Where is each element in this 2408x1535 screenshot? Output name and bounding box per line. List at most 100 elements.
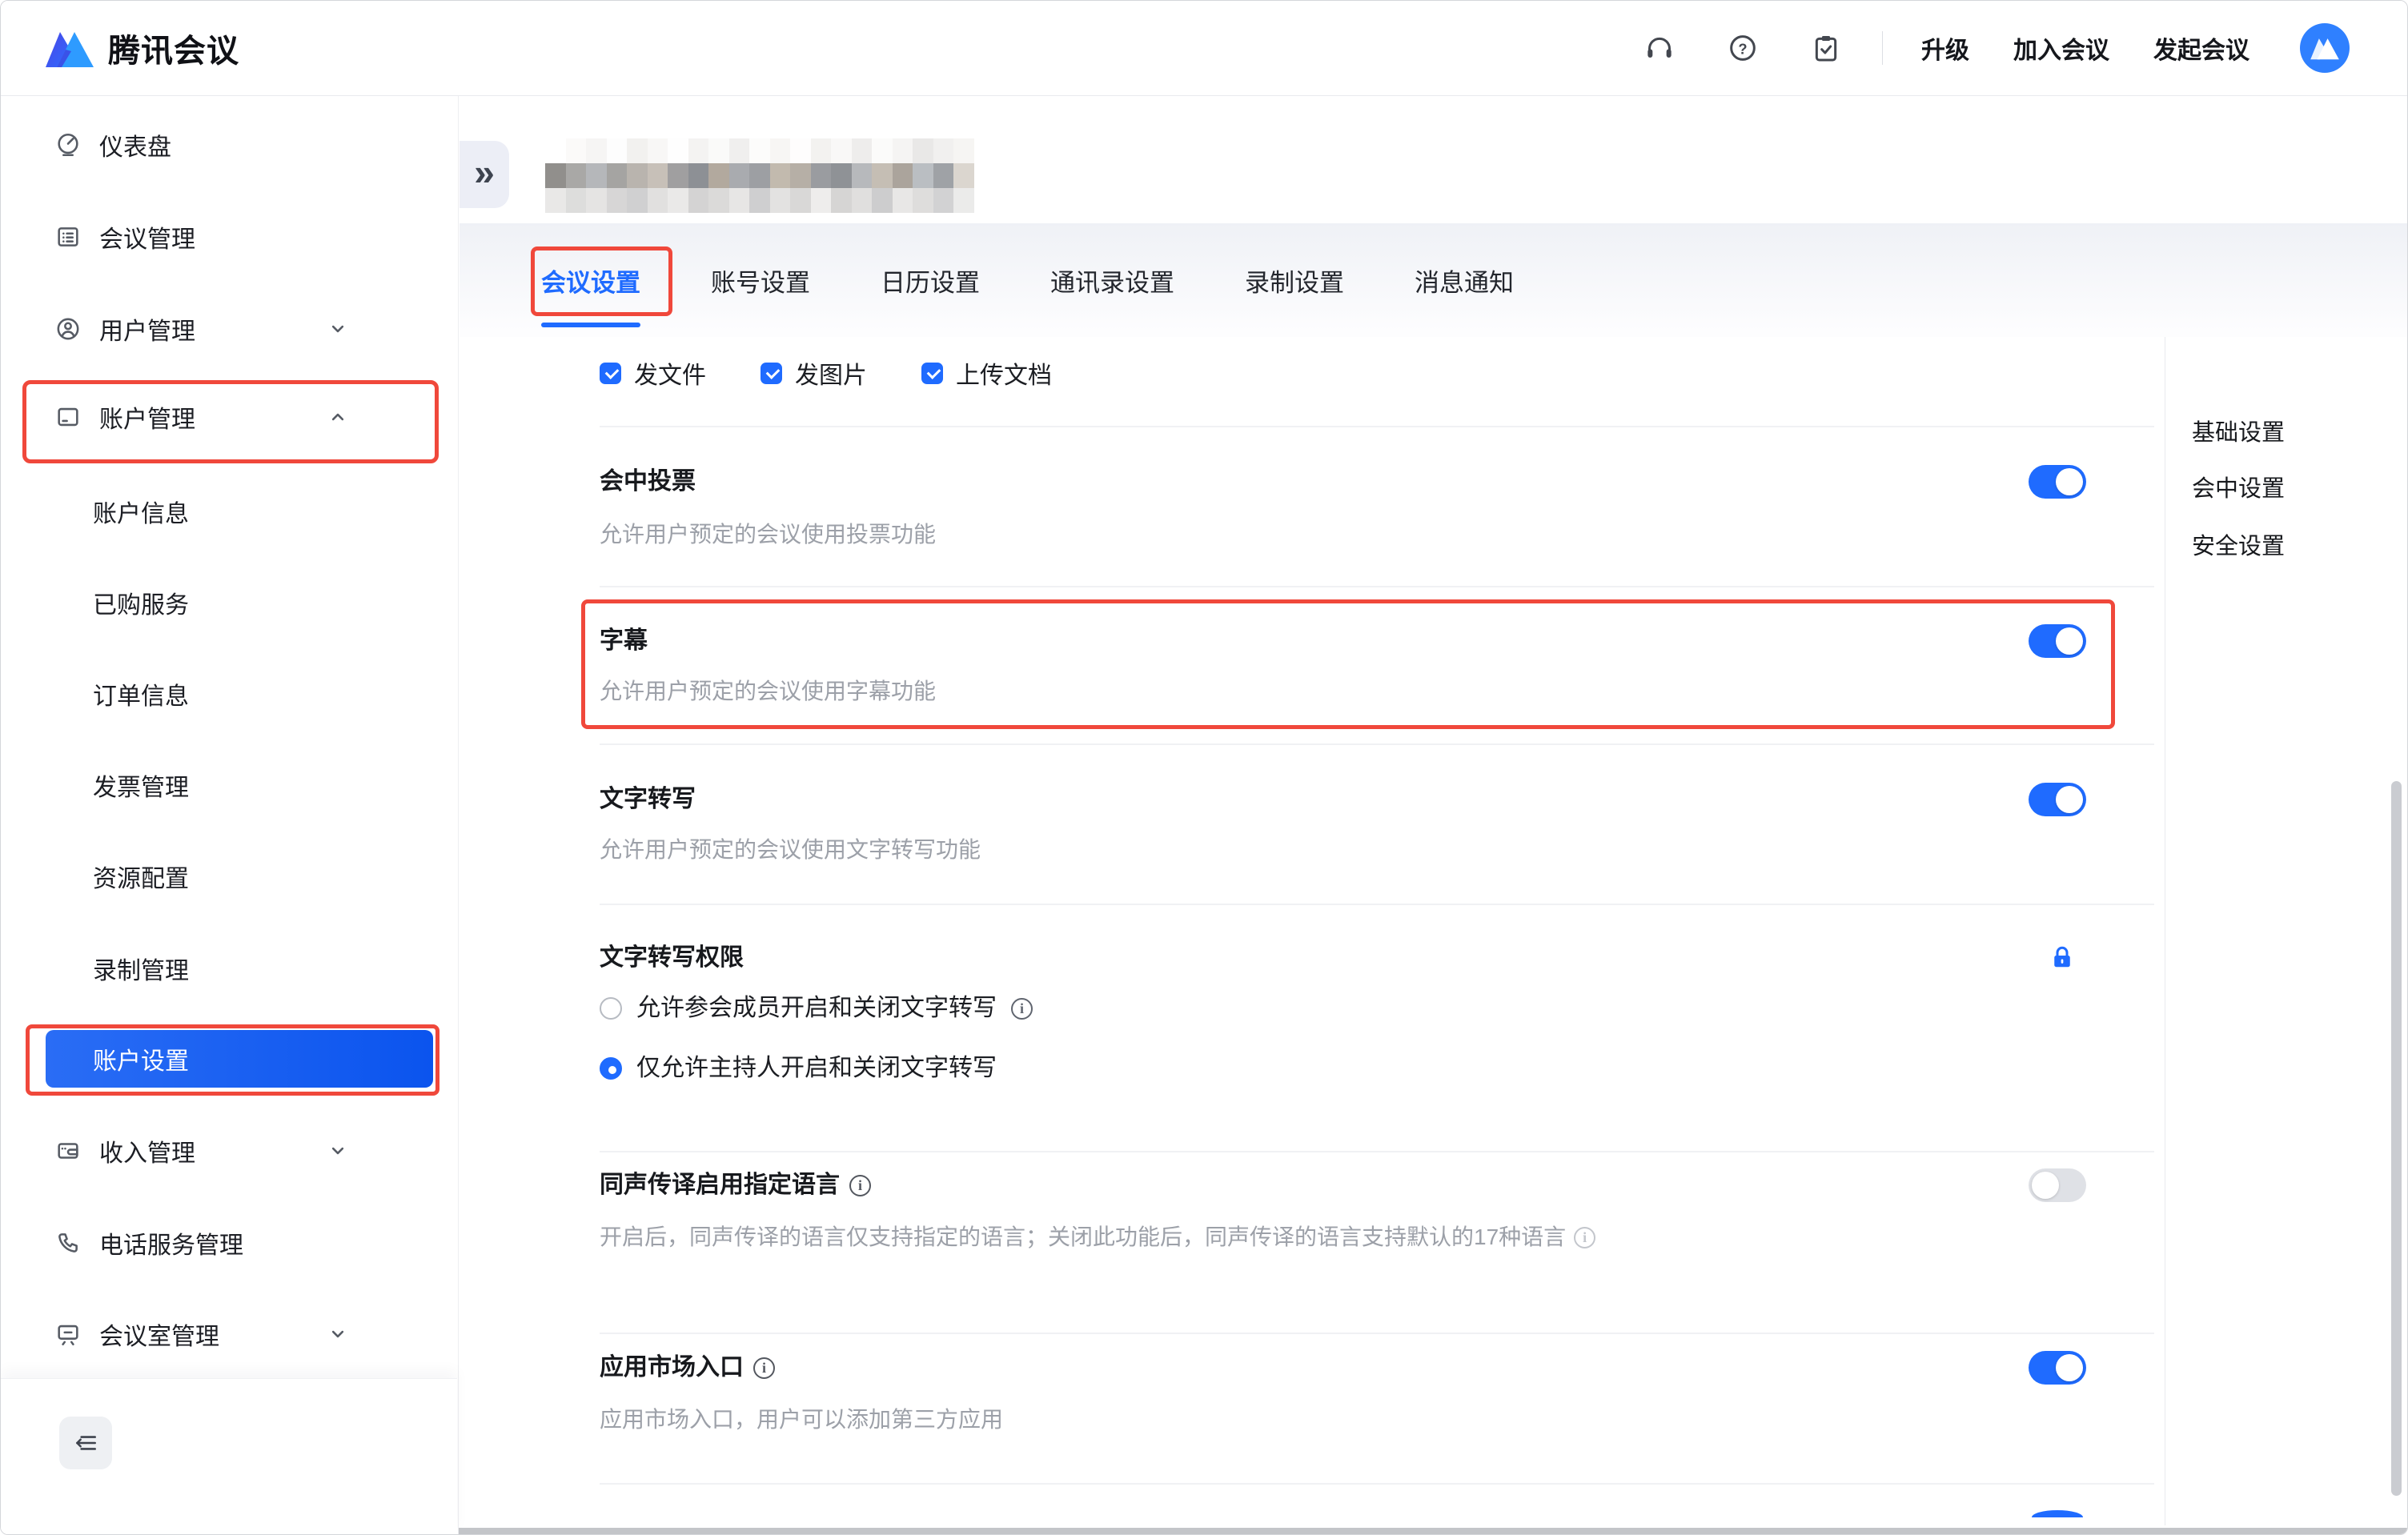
info-icon[interactable] bbox=[753, 1357, 775, 1379]
topbar: 腾讯会议 ? bbox=[1, 1, 2407, 96]
sidebar-item-label: 账户管理 bbox=[99, 399, 195, 435]
checkbox-icon[interactable] bbox=[921, 363, 943, 384]
radio-option-allow-participants[interactable]: 允许参会成员开启和关闭文字转写 bbox=[600, 992, 1033, 1025]
dashboard-gauge-icon bbox=[54, 131, 82, 158]
chevron-down-icon bbox=[327, 318, 349, 340]
sidebar-subitem-account-info[interactable]: 账户信息 bbox=[1, 486, 459, 537]
setting-title-transcription: 文字转写 bbox=[600, 783, 696, 816]
join-meeting-link[interactable]: 加入会议 bbox=[2013, 30, 2109, 66]
scrollbar-thumb[interactable] bbox=[2391, 781, 2402, 1496]
setting-title-text: 同声传译启用指定语言 bbox=[600, 1168, 840, 1202]
svg-text:?: ? bbox=[1738, 40, 1747, 57]
sidebar-item-label: 收入管理 bbox=[99, 1133, 195, 1168]
radio-option-host-only[interactable]: 仅允许主持人开启和关闭文字转写 bbox=[600, 1052, 997, 1085]
setting-title-interpretation-language: 同声传译启用指定语言 bbox=[600, 1168, 871, 1202]
info-icon[interactable] bbox=[1011, 998, 1033, 1020]
divider bbox=[600, 586, 2154, 587]
tab-calendar-settings[interactable]: 日历设置 bbox=[881, 263, 980, 299]
feedback-clipboard-icon[interactable] bbox=[1810, 32, 1842, 64]
info-icon[interactable] bbox=[849, 1175, 871, 1196]
checkbox-label: 发文件 bbox=[634, 355, 706, 391]
app-title: 腾讯会议 bbox=[108, 25, 239, 71]
anchor-in-meeting-settings[interactable]: 会中设置 bbox=[2192, 471, 2285, 503]
setting-desc-text: 开启后，同声传译的语言仅支持指定的语言；关闭此功能后，同声传译的语言支持默认的1… bbox=[600, 1221, 1566, 1253]
brand: 腾讯会议 bbox=[44, 25, 239, 71]
divider bbox=[600, 743, 2154, 745]
sidebar-item-income-management[interactable]: 收入管理 bbox=[1, 1125, 459, 1176]
setting-title-text: 字幕 bbox=[600, 624, 648, 658]
sidebar-item-label: 会议管理 bbox=[99, 219, 195, 254]
sidebar-item-phone-service-management[interactable]: 电话服务管理 bbox=[1, 1217, 459, 1268]
setting-title-caption: 字幕 bbox=[600, 624, 648, 658]
sidebar-subitem-purchased-services[interactable]: 已购服务 bbox=[1, 577, 459, 628]
wallet-icon bbox=[54, 1137, 82, 1164]
chevron-up-icon bbox=[327, 406, 349, 428]
upgrade-link[interactable]: 升级 bbox=[1921, 30, 1969, 66]
toggle-interpretation-language[interactable] bbox=[2029, 1168, 2086, 1202]
support-headset-icon[interactable] bbox=[1643, 32, 1676, 64]
topbar-divider bbox=[1882, 31, 1883, 65]
sidebar-item-meeting-management[interactable]: 会议管理 bbox=[1, 211, 459, 263]
main-content: » 会议设置 账号设置 日历设置 通讯录设置 录制设置 消息通知 发文件 发图片 bbox=[460, 96, 2407, 1534]
sidebar-subitem-order-info[interactable]: 订单信息 bbox=[1, 668, 459, 719]
setting-title-text: 应用市场入口 bbox=[600, 1351, 744, 1385]
setting-desc-app-market-entry: 应用市场入口，用户可以添加第三方应用 bbox=[600, 1404, 1003, 1436]
sidebar-subitem-label: 录制管理 bbox=[93, 951, 189, 986]
sidebar-subitem-account-settings-selected[interactable]: 账户设置 bbox=[46, 1030, 433, 1088]
radio-icon[interactable] bbox=[600, 997, 622, 1020]
lock-icon[interactable] bbox=[2048, 944, 2077, 972]
user-icon bbox=[54, 315, 82, 343]
sidebar-subitem-invoice-management[interactable]: 发票管理 bbox=[1, 759, 459, 811]
setting-desc-in-meeting-poll: 允许用户预定的会议使用投票功能 bbox=[600, 519, 936, 551]
checkbox-upload-document[interactable]: 上传文档 bbox=[921, 355, 1052, 391]
topbar-links: 升级 加入会议 发起会议 bbox=[1921, 30, 2249, 66]
anchor-basic-settings[interactable]: 基础设置 bbox=[2192, 415, 2285, 447]
sidebar-item-account-management[interactable]: 账户管理 bbox=[1, 391, 459, 443]
checkbox-icon[interactable] bbox=[600, 363, 621, 384]
toggle-caption[interactable] bbox=[2029, 624, 2086, 658]
user-avatar[interactable] bbox=[2300, 23, 2350, 73]
toggle-transcription[interactable] bbox=[2029, 783, 2086, 816]
chat-permission-checkboxes: 发文件 发图片 上传文档 bbox=[600, 355, 1052, 391]
tab-message-notification[interactable]: 消息通知 bbox=[1415, 263, 1514, 299]
start-meeting-link[interactable]: 发起会议 bbox=[2153, 30, 2249, 66]
checkbox-icon[interactable] bbox=[761, 363, 782, 384]
collapse-sidebar-button[interactable] bbox=[59, 1417, 112, 1469]
radio-label: 允许参会成员开启和关闭文字转写 bbox=[636, 992, 997, 1025]
sidebar-item-meeting-room-management[interactable]: 会议室管理 bbox=[1, 1309, 459, 1360]
settings-tabstrip: 会议设置 账号设置 日历设置 通讯录设置 录制设置 消息通知 bbox=[460, 223, 2407, 337]
toggle-app-market-entry[interactable] bbox=[2029, 1351, 2086, 1385]
setting-desc-text: 允许用户预定的会议使用文字转写功能 bbox=[600, 834, 981, 866]
anchor-label: 会中设置 bbox=[2192, 470, 2285, 503]
help-icon[interactable]: ? bbox=[1727, 32, 1759, 64]
radio-icon[interactable] bbox=[600, 1057, 622, 1080]
anchor-label: 基础设置 bbox=[2192, 414, 2285, 447]
double-chevron-right-icon: » bbox=[474, 150, 495, 194]
sidebar-item-label: 电话服务管理 bbox=[99, 1225, 243, 1260]
tab-recording-settings[interactable]: 录制设置 bbox=[1245, 263, 1344, 299]
sidebar-item-dashboard[interactable]: 仪表盘 bbox=[1, 119, 459, 170]
anchor-label: 安全设置 bbox=[2192, 527, 2285, 561]
setting-title-text: 文字转写 bbox=[600, 783, 696, 816]
toggle-in-meeting-poll[interactable] bbox=[2029, 465, 2086, 499]
toggle-next-row-partial[interactable] bbox=[2032, 1510, 2083, 1517]
expand-panel-button[interactable]: » bbox=[460, 141, 509, 208]
anchor-security-settings[interactable]: 安全设置 bbox=[2192, 528, 2285, 560]
divider bbox=[600, 904, 2154, 905]
sidebar-item-label: 仪表盘 bbox=[99, 127, 171, 162]
checkbox-send-file[interactable]: 发文件 bbox=[600, 355, 706, 391]
chevron-down-icon bbox=[327, 1323, 349, 1345]
setting-title-in-meeting-poll: 会中投票 bbox=[600, 465, 696, 499]
sidebar-subitem-resource-configuration[interactable]: 资源配置 bbox=[1, 851, 459, 902]
tab-contacts-settings[interactable]: 通讯录设置 bbox=[1050, 263, 1174, 299]
checkbox-send-image[interactable]: 发图片 bbox=[761, 355, 867, 391]
sidebar-item-label: 会议室管理 bbox=[99, 1317, 219, 1352]
sidebar-subitem-label: 账户设置 bbox=[93, 1041, 189, 1076]
sidebar-subitem-recording-management[interactable]: 录制管理 bbox=[1, 943, 459, 994]
tab-account-settings[interactable]: 账号设置 bbox=[711, 263, 810, 299]
info-icon[interactable] bbox=[1574, 1227, 1595, 1248]
page-title-redacted bbox=[545, 138, 974, 213]
sidebar-subitem-label: 资源配置 bbox=[93, 859, 189, 894]
tab-meeting-settings[interactable]: 会议设置 bbox=[541, 263, 640, 299]
sidebar-item-user-management[interactable]: 用户管理 bbox=[1, 303, 459, 355]
